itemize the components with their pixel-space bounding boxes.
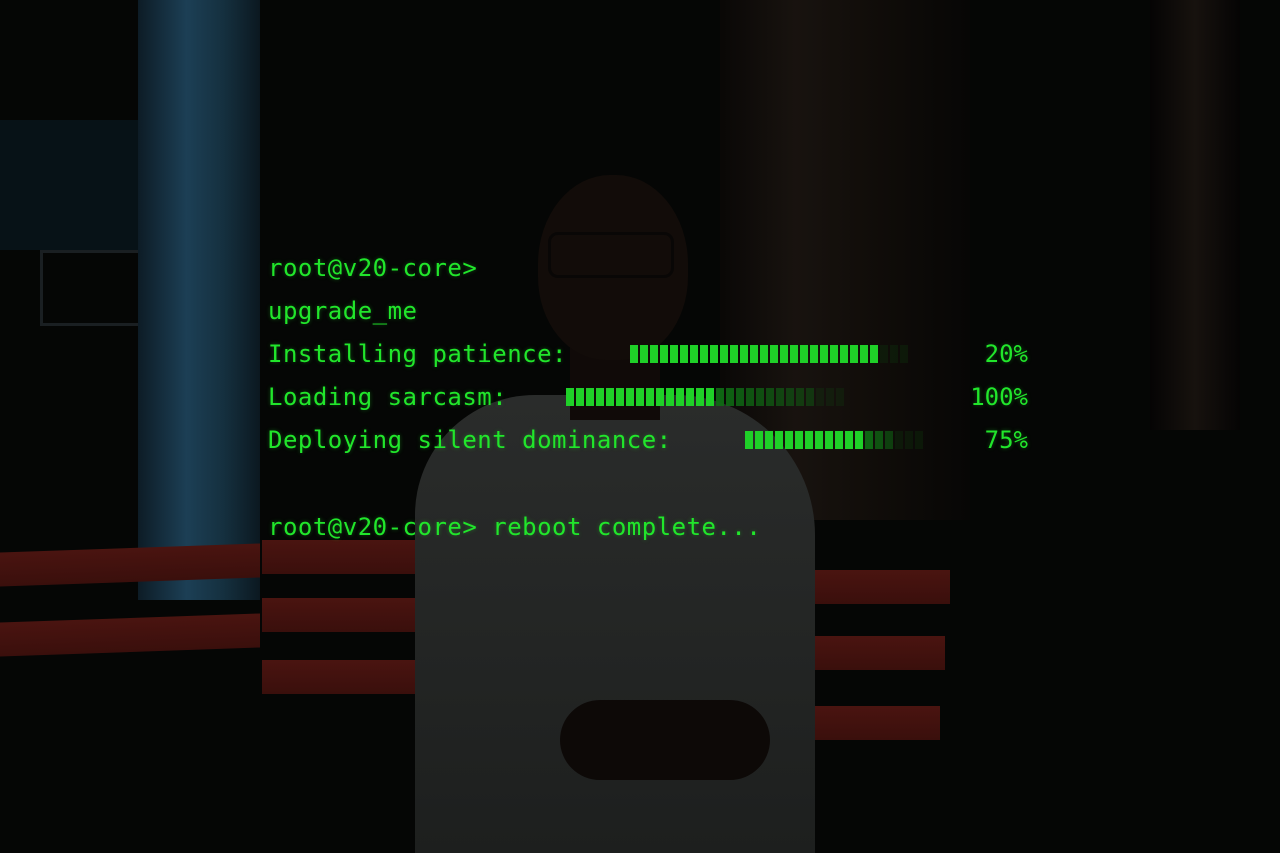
progress-segment: [690, 345, 698, 363]
progress-segment: [826, 388, 834, 406]
progress-segment: [776, 388, 784, 406]
progress-segment: [630, 345, 638, 363]
bench-slat: [0, 613, 260, 657]
progress-segment: [900, 345, 908, 363]
progress-segment: [700, 345, 708, 363]
task-label: Loading sarcasm:: [268, 383, 508, 411]
progress-segment: [616, 388, 624, 406]
final-status-line: root@v20-core> reboot complete...: [268, 513, 762, 541]
background-frame: [40, 250, 143, 326]
person-arm: [560, 700, 770, 780]
progress-segment: [706, 388, 714, 406]
background-photo: root@v20-core> upgrade_me Installing pat…: [0, 0, 1280, 853]
progress-segment: [676, 388, 684, 406]
progress-segment: [730, 345, 738, 363]
progress-segment: [770, 345, 778, 363]
progress-segment: [756, 388, 764, 406]
progress-segment: [586, 388, 594, 406]
progress-segment: [650, 345, 658, 363]
progress-segment: [850, 345, 858, 363]
progress-segment: [750, 345, 758, 363]
progress-segment: [905, 431, 913, 449]
progress-segment: [755, 431, 763, 449]
progress-segment: [640, 345, 648, 363]
progress-segment: [786, 388, 794, 406]
progress-segment: [800, 345, 808, 363]
progress-segment: [680, 345, 688, 363]
progress-segment: [780, 345, 788, 363]
progress-segment: [766, 388, 774, 406]
person-shirt: [415, 395, 815, 853]
progress-segment: [720, 345, 728, 363]
progress-segment: [785, 431, 793, 449]
progress-segment: [576, 388, 584, 406]
progress-segment: [656, 388, 664, 406]
progress-segment: [790, 345, 798, 363]
bench-slat: [262, 660, 432, 694]
progress-segment: [596, 388, 604, 406]
glasses: [548, 232, 674, 278]
progress-segment: [840, 345, 848, 363]
progress-segment: [696, 388, 704, 406]
progress-segment: [760, 345, 768, 363]
progress-segment: [670, 345, 678, 363]
progress-segment: [626, 388, 634, 406]
progress-segment: [870, 345, 878, 363]
progress-bar: [630, 345, 908, 363]
task-label: Installing patience:: [268, 340, 567, 368]
progress-segment: [726, 388, 734, 406]
progress-segment: [820, 345, 828, 363]
progress-segment: [606, 388, 614, 406]
progress-segment: [660, 345, 668, 363]
progress-segment: [746, 388, 754, 406]
background-wall: [0, 120, 140, 250]
progress-segment: [835, 431, 843, 449]
progress-segment: [806, 388, 814, 406]
progress-segment: [825, 431, 833, 449]
progress-segment: [885, 431, 893, 449]
task-percent: 75%: [984, 426, 1028, 454]
progress-segment: [566, 388, 574, 406]
command-line: upgrade_me: [268, 297, 418, 325]
progress-segment: [686, 388, 694, 406]
bench-slat: [262, 598, 432, 632]
progress-segment: [860, 345, 868, 363]
progress-segment: [855, 431, 863, 449]
progress-segment: [740, 345, 748, 363]
task-label: Deploying silent dominance:: [268, 426, 672, 454]
prompt-line: root@v20-core>: [268, 254, 478, 282]
progress-bar: [566, 388, 844, 406]
progress-segment: [915, 431, 923, 449]
progress-bar: [745, 431, 923, 449]
progress-segment: [836, 388, 844, 406]
progress-segment: [830, 345, 838, 363]
progress-segment: [745, 431, 753, 449]
progress-segment: [815, 431, 823, 449]
task-percent: 20%: [984, 340, 1028, 368]
progress-segment: [795, 431, 803, 449]
progress-segment: [716, 388, 724, 406]
progress-segment: [736, 388, 744, 406]
progress-segment: [710, 345, 718, 363]
blue-pillar: [138, 0, 260, 600]
progress-segment: [805, 431, 813, 449]
progress-segment: [636, 388, 644, 406]
progress-segment: [666, 388, 674, 406]
progress-segment: [890, 345, 898, 363]
progress-segment: [775, 431, 783, 449]
progress-segment: [875, 431, 883, 449]
tree-trunk-right: [1150, 0, 1240, 430]
progress-segment: [646, 388, 654, 406]
progress-segment: [880, 345, 888, 363]
progress-segment: [796, 388, 804, 406]
progress-segment: [765, 431, 773, 449]
progress-segment: [810, 345, 818, 363]
bench-slat: [800, 570, 950, 604]
task-percent: 100%: [970, 383, 1028, 411]
progress-segment: [845, 431, 853, 449]
progress-segment: [816, 388, 824, 406]
progress-segment: [865, 431, 873, 449]
progress-segment: [895, 431, 903, 449]
